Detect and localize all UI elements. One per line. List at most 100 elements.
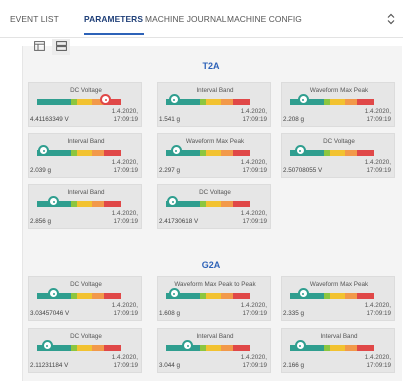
level-gauge — [166, 201, 250, 207]
parameter-card[interactable]: Interval Band 2.856 g 1.4.2020, 17:09:19 — [28, 184, 142, 229]
gauge-segment — [233, 99, 250, 105]
gauge-marker — [168, 94, 180, 105]
gauge-marker — [294, 145, 306, 156]
parameter-value: 2.41730618 V — [159, 218, 199, 225]
timestamp-time: 17:09:19 — [366, 116, 391, 124]
gauge-marker — [294, 340, 306, 351]
tab-machine-config[interactable]: MACHINE CONFIG — [227, 14, 302, 24]
gauge-segment — [345, 293, 358, 299]
parameter-card[interactable]: DC Voltage 4.41163349 V 1.4.2020, 17:09:19 — [28, 82, 142, 127]
gauge-segment — [199, 201, 207, 207]
parameter-timestamp: 1.4.2020, 17:09:19 — [112, 108, 138, 124]
parameter-card[interactable]: Interval Band 3.044 g 1.4.2020, 17:09:19 — [157, 328, 271, 373]
tab-event-list[interactable]: EVENT LIST — [10, 14, 59, 24]
parameter-value: 2.50708055 V — [283, 167, 323, 174]
tab-bar: EVENT LIST PARAMETERS MACHINE JOURNAL MA… — [0, 0, 403, 38]
parameter-value: 3.03457046 V — [30, 310, 70, 317]
parameter-card[interactable]: Interval Band 2.039 g 1.4.2020, 17:09:19 — [28, 133, 142, 178]
gauge-segment — [221, 201, 234, 207]
parameter-card[interactable]: DC Voltage 3.03457046 V 1.4.2020, 17:09:19 — [28, 276, 142, 321]
parameter-value: 1.608 g — [159, 310, 181, 317]
parameter-name: Interval Band — [196, 87, 234, 94]
parameter-card[interactable]: Waveform Max Peak to Peak 1.608 g 1.4.2020… — [157, 276, 271, 321]
parameter-timestamp: 1.4.2020, 17:09:19 — [241, 159, 267, 175]
gauge-segment — [77, 201, 93, 207]
parameter-card[interactable]: DC Voltage 2.50708055 V 1.4.2020, 17:09:19 — [281, 133, 395, 178]
gauge-segment — [92, 201, 105, 207]
parameter-name: Interval Band — [67, 189, 105, 196]
parameter-timestamp: 1.4.2020, 17:09:19 — [365, 108, 391, 124]
gauge-segment — [323, 293, 331, 299]
group-title-g2a: G2A — [201, 260, 221, 270]
parameter-card[interactable]: DC Voltage 2.41730618 V 1.4.2020, 17:09:19 — [157, 184, 271, 229]
timestamp-date: 1.4.2020, — [111, 302, 138, 309]
parameter-timestamp: 1.4.2020, 17:09:19 — [365, 302, 391, 318]
gauge-segment — [199, 293, 207, 299]
timestamp-date: 1.4.2020, — [111, 108, 138, 115]
timestamp-time: 17:09:19 — [366, 362, 391, 370]
gauge-segment — [199, 345, 207, 351]
panel-icon — [33, 38, 45, 56]
parameter-timestamp: 1.4.2020, 17:09:19 — [241, 108, 267, 124]
parameter-name: DC Voltage — [70, 333, 102, 340]
group-title-t2a: T2A — [202, 61, 220, 71]
parameter-card[interactable]: Interval Band 1.541 g 1.4.2020, 17:09:19 — [157, 82, 271, 127]
active-tab-indicator — [84, 33, 144, 35]
gauge-segment — [330, 150, 346, 156]
split-rows-icon — [55, 38, 67, 56]
parameter-value: 2.335 g — [283, 310, 305, 317]
gauge-segment — [323, 99, 331, 105]
parameter-card[interactable]: Waveform Max Peak 2.208 g 1.4.2020, 17:09:1… — [281, 82, 395, 127]
single-view-button[interactable] — [30, 39, 48, 55]
parameter-value: 2.166 g — [283, 362, 305, 369]
parameter-card[interactable]: Waveform Max Peak 2.297 g 1.4.2020, 17:09:1… — [157, 133, 271, 178]
timestamp-date: 1.4.2020, — [111, 159, 138, 166]
timestamp-date: 1.4.2020, — [364, 302, 391, 309]
parameter-value: 2.11231184 V — [30, 362, 69, 369]
gauge-segment — [345, 99, 358, 105]
parameter-timestamp: 1.4.2020, 17:09:19 — [365, 159, 391, 175]
timestamp-time: 17:09:19 — [366, 310, 391, 318]
gauge-segment — [70, 99, 78, 105]
timestamp-date: 1.4.2020, — [111, 210, 138, 217]
parameter-name: DC Voltage — [323, 138, 355, 145]
parameter-card[interactable]: DC Voltage 2.11231184 V 1.4.2020, 17:09:19 — [28, 328, 142, 373]
parameter-name: Waveform Max Peak — [309, 281, 369, 288]
parameter-value: 2.208 g — [283, 116, 305, 123]
parameter-timestamp: 1.4.2020, 17:09:19 — [112, 354, 138, 370]
parameter-card[interactable]: Interval Band 2.166 g 1.4.2020, 17:09:19 — [281, 328, 395, 373]
parameter-value: 2.039 g — [30, 167, 52, 174]
gauge-segment — [323, 150, 331, 156]
gauge-segment — [104, 293, 121, 299]
tab-machine-journal[interactable]: MACHINE JOURNAL — [145, 14, 227, 24]
timestamp-time: 17:09:19 — [113, 116, 138, 124]
timestamp-time: 17:09:19 — [242, 116, 267, 124]
gauge-segment — [345, 345, 358, 351]
gauge-segment — [92, 345, 105, 351]
parameter-name: DC Voltage — [70, 281, 102, 288]
gauge-segment — [206, 201, 222, 207]
timestamp-date: 1.4.2020, — [364, 159, 391, 166]
parameter-name: Interval Band — [67, 138, 105, 145]
tab-parameters[interactable]: PARAMETERS — [84, 14, 143, 24]
gauge-segment — [221, 99, 234, 105]
gauge-segment — [206, 293, 222, 299]
gauge-segment — [233, 345, 250, 351]
parameter-value: 4.41163349 V — [30, 116, 69, 123]
gauge-segment — [221, 293, 234, 299]
gauge-marker — [168, 288, 180, 299]
timestamp-time: 17:09:19 — [113, 218, 138, 226]
gauge-segment — [37, 99, 71, 105]
gauge-segment — [77, 345, 93, 351]
gauge-segment — [104, 150, 121, 156]
parameter-card[interactable]: Waveform Max Peak 2.335 g 1.4.2020, 17:09:1… — [281, 276, 395, 321]
gauge-segment — [70, 201, 78, 207]
timestamp-date: 1.4.2020, — [240, 159, 267, 166]
gauge-segment — [233, 201, 250, 207]
split-view-button[interactable] — [52, 39, 70, 55]
timestamp-date: 1.4.2020, — [111, 354, 138, 361]
gauge-marker — [297, 94, 309, 105]
chevron-up-down-icon[interactable] — [385, 10, 397, 28]
gauge-segment — [77, 293, 93, 299]
gauge-segment — [206, 345, 222, 351]
